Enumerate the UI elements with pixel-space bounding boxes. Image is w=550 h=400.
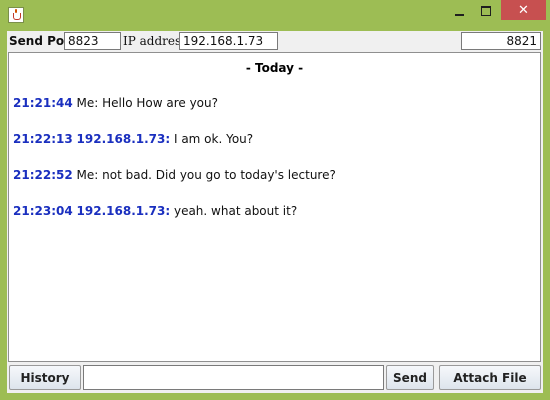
message-timestamp: 21:22:52	[13, 168, 73, 182]
message-sender: 192.168.1.73:	[76, 132, 171, 146]
send-port-field[interactable]: 8823	[64, 32, 121, 50]
message-timestamp: 21:21:44	[13, 96, 73, 110]
message-input[interactable]	[83, 365, 384, 390]
minimize-icon	[454, 13, 464, 16]
app-window: ✕ Send Port 8823 IP address 192.168.1.73…	[0, 0, 550, 400]
day-separator: - Today -	[245, 61, 304, 75]
compose-bar: History Send Attach File	[7, 363, 543, 391]
client-area: Send Port 8823 IP address 192.168.1.73 8…	[7, 31, 543, 393]
chat-message: 21:22:52 Me: not bad. Did you go to toda…	[13, 168, 336, 182]
ip-address-label: IP address	[123, 34, 188, 48]
chat-message: 21:21:44 Me: Hello How are you?	[13, 96, 218, 110]
chat-history-pane[interactable]: - Today - 21:21:44 Me: Hello How are you…	[8, 52, 541, 362]
send-button[interactable]: Send	[386, 365, 434, 390]
message-prefix: Me:	[76, 96, 99, 110]
chat-message: 21:23:04 192.168.1.73: yeah. what about …	[13, 204, 297, 218]
listen-port-field[interactable]: 8821	[461, 32, 541, 50]
title-bar[interactable]: ✕	[0, 0, 550, 31]
message-text: yeah. what about it?	[170, 204, 298, 218]
ip-address-field[interactable]: 192.168.1.73	[179, 32, 278, 50]
message-text: not bad. Did you go to today's lecture?	[98, 168, 336, 182]
message-text: Hello How are you?	[98, 96, 218, 110]
message-prefix: Me:	[76, 168, 99, 182]
maximize-icon	[481, 5, 491, 16]
connection-settings-row: Send Port 8823 IP address 192.168.1.73 8…	[7, 31, 543, 51]
message-text: I am ok. You?	[170, 132, 254, 146]
java-cup-body	[13, 13, 21, 20]
java-cup-icon	[8, 7, 24, 23]
history-button[interactable]: History	[9, 365, 81, 390]
message-timestamp: 21:22:13	[13, 132, 73, 146]
maximize-button[interactable]	[472, 0, 500, 21]
minimize-button[interactable]	[445, 0, 473, 21]
close-icon: ✕	[518, 2, 529, 18]
attach-file-button[interactable]: Attach File	[439, 365, 541, 390]
close-button[interactable]: ✕	[501, 0, 546, 20]
chat-message: 21:22:13 192.168.1.73: I am ok. You?	[13, 132, 253, 146]
message-timestamp: 21:23:04	[13, 204, 73, 218]
message-sender: 192.168.1.73:	[76, 204, 171, 218]
